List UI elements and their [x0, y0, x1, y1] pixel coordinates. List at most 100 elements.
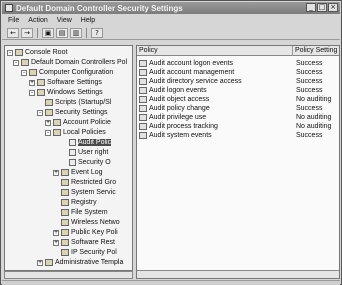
policy-row[interactable]: Audit system events Success	[137, 131, 339, 139]
collapse-icon[interactable]: -	[29, 89, 35, 96]
audit-policy-icon	[139, 122, 147, 130]
expand-icon[interactable]: +	[53, 169, 59, 176]
tree-item[interactable]: + Administrative Templa	[37, 258, 123, 267]
tree-item[interactable]: Scripts (Startup/Sl	[37, 98, 111, 107]
console-tree[interactable]: - Console Root - Default Domain Controllers…	[4, 45, 133, 271]
help-icon[interactable]: ?	[91, 27, 103, 38]
tree-item[interactable]: - Default Domain Controllers Pol	[13, 58, 127, 67]
tree-item-label: File System	[71, 209, 108, 216]
tree-item[interactable]: User right	[61, 148, 108, 157]
expand-icon[interactable]: +	[45, 119, 51, 126]
tree-item[interactable]: + Account Policie	[45, 118, 111, 127]
tree-item-label: Security O	[78, 159, 111, 166]
show-hide-tree-icon[interactable]: ▤	[56, 27, 68, 38]
minimize-button[interactable]: _	[306, 3, 316, 12]
tree-item[interactable]: - Console Root	[7, 48, 67, 57]
tree-item[interactable]: Registry	[53, 198, 97, 207]
folder-icon	[45, 259, 53, 266]
folder-icon	[37, 89, 45, 96]
policy-row[interactable]: Audit process tracking No auditing	[137, 122, 339, 130]
maximize-button[interactable]: □	[317, 3, 327, 12]
menu-help[interactable]: Help	[81, 17, 95, 24]
collapse-icon[interactable]: -	[45, 129, 51, 136]
menu-file[interactable]: File	[8, 17, 19, 24]
tree-item[interactable]: Security O	[61, 158, 111, 167]
policy-row[interactable]: Audit privilege use No auditing	[137, 113, 339, 121]
policy-name: Audit account logon events	[149, 59, 234, 67]
tree-item[interactable]: + Software Settings	[29, 78, 102, 87]
policy-setting: Success	[296, 131, 323, 139]
policy-name: Audit logon events	[149, 86, 207, 94]
policy-setting: Success	[296, 68, 323, 76]
column-header-policy[interactable]: Policy	[137, 46, 293, 56]
tree-item-label: Public Key Poli	[71, 229, 118, 236]
policy-name: Audit privilege use	[149, 113, 207, 121]
tree-item[interactable]: + Event Log	[53, 168, 103, 177]
tree-item-label: Local Policies	[63, 129, 106, 136]
policy-name: Audit directory service access	[149, 77, 242, 85]
back-arrow-icon[interactable]: ←	[7, 27, 19, 38]
tree-item[interactable]: IP Security Pol	[53, 248, 117, 257]
policy-row[interactable]: Audit account management Success	[137, 68, 339, 76]
up-folder-icon[interactable]: ▣	[42, 27, 54, 38]
status-bar	[2, 280, 340, 285]
title-bar[interactable]: Default Domain Controller Security Setti…	[2, 2, 340, 14]
policy-name: Audit account management	[149, 68, 235, 76]
close-button[interactable]: ×	[328, 3, 338, 12]
tree-item-label: Scripts (Startup/Sl	[55, 99, 112, 106]
tree-item[interactable]: File System	[53, 208, 108, 217]
folder-icon	[61, 209, 69, 216]
folder-icon	[61, 249, 69, 256]
tree-item[interactable]: - Security Settings	[37, 108, 108, 117]
list-horizontal-scrollbar[interactable]	[137, 270, 339, 278]
tree-item-label: Registry	[71, 199, 97, 206]
tree-item[interactable]: + Public Key Poli	[53, 228, 118, 237]
tree-item[interactable]: Audit Polic	[61, 138, 112, 147]
expand-icon[interactable]: +	[37, 259, 43, 266]
policy-setting: No auditing	[296, 95, 332, 103]
policy-setting: Success	[296, 86, 323, 94]
collapse-icon[interactable]: -	[37, 109, 43, 116]
collapse-icon[interactable]: -	[7, 49, 13, 56]
tree-horizontal-scrollbar[interactable]	[4, 271, 133, 279]
tree-item[interactable]: + Software Rest	[53, 238, 115, 247]
tree-item[interactable]: System Servic	[53, 188, 116, 197]
export-list-icon[interactable]: ▥	[70, 27, 82, 38]
tree-item[interactable]: - Local Policies	[45, 128, 106, 137]
collapse-icon[interactable]: -	[21, 69, 27, 76]
policy-setting: Success	[296, 59, 323, 67]
window-title: Default Domain Controller Security Setti…	[16, 3, 183, 13]
collapse-icon[interactable]: -	[13, 59, 19, 66]
column-header-policy-setting[interactable]: Policy Setting	[293, 46, 339, 56]
policy-node-icon	[69, 159, 76, 166]
expand-icon[interactable]: +	[53, 229, 59, 236]
forward-arrow-icon[interactable]: →	[21, 27, 33, 38]
expand-icon[interactable]: +	[29, 79, 35, 86]
tree-item[interactable]: Wireless Netwo	[53, 218, 120, 227]
policy-row[interactable]: Audit directory service access Success	[137, 77, 339, 85]
policy-list: Policy Policy Setting Audit account logo…	[136, 45, 340, 279]
menu-action[interactable]: Action	[28, 17, 47, 24]
policy-name: Audit object access	[149, 95, 210, 103]
tree-item[interactable]: Restricted Gro	[53, 178, 116, 187]
tree-item-label: Windows Settings	[47, 89, 103, 96]
tree-item[interactable]: - Computer Configuration	[21, 68, 113, 77]
policy-row[interactable]: Audit account logon events Success	[137, 59, 339, 67]
policy-row[interactable]: Audit object access No auditing	[137, 95, 339, 103]
list-header: Policy Policy Setting	[137, 46, 339, 56]
tree-item-label: Wireless Netwo	[71, 219, 120, 226]
policy-row[interactable]: Audit policy change Success	[137, 104, 339, 112]
folder-icon	[61, 189, 69, 196]
policy-cell: Audit privilege use	[137, 113, 293, 121]
expand-icon[interactable]: +	[53, 239, 59, 246]
policy-row[interactable]: Audit logon events Success	[137, 86, 339, 94]
audit-policy-icon	[139, 104, 147, 112]
menu-view[interactable]: View	[57, 17, 72, 24]
tree-item[interactable]: - Windows Settings	[29, 88, 103, 97]
folder-icon	[15, 49, 23, 56]
